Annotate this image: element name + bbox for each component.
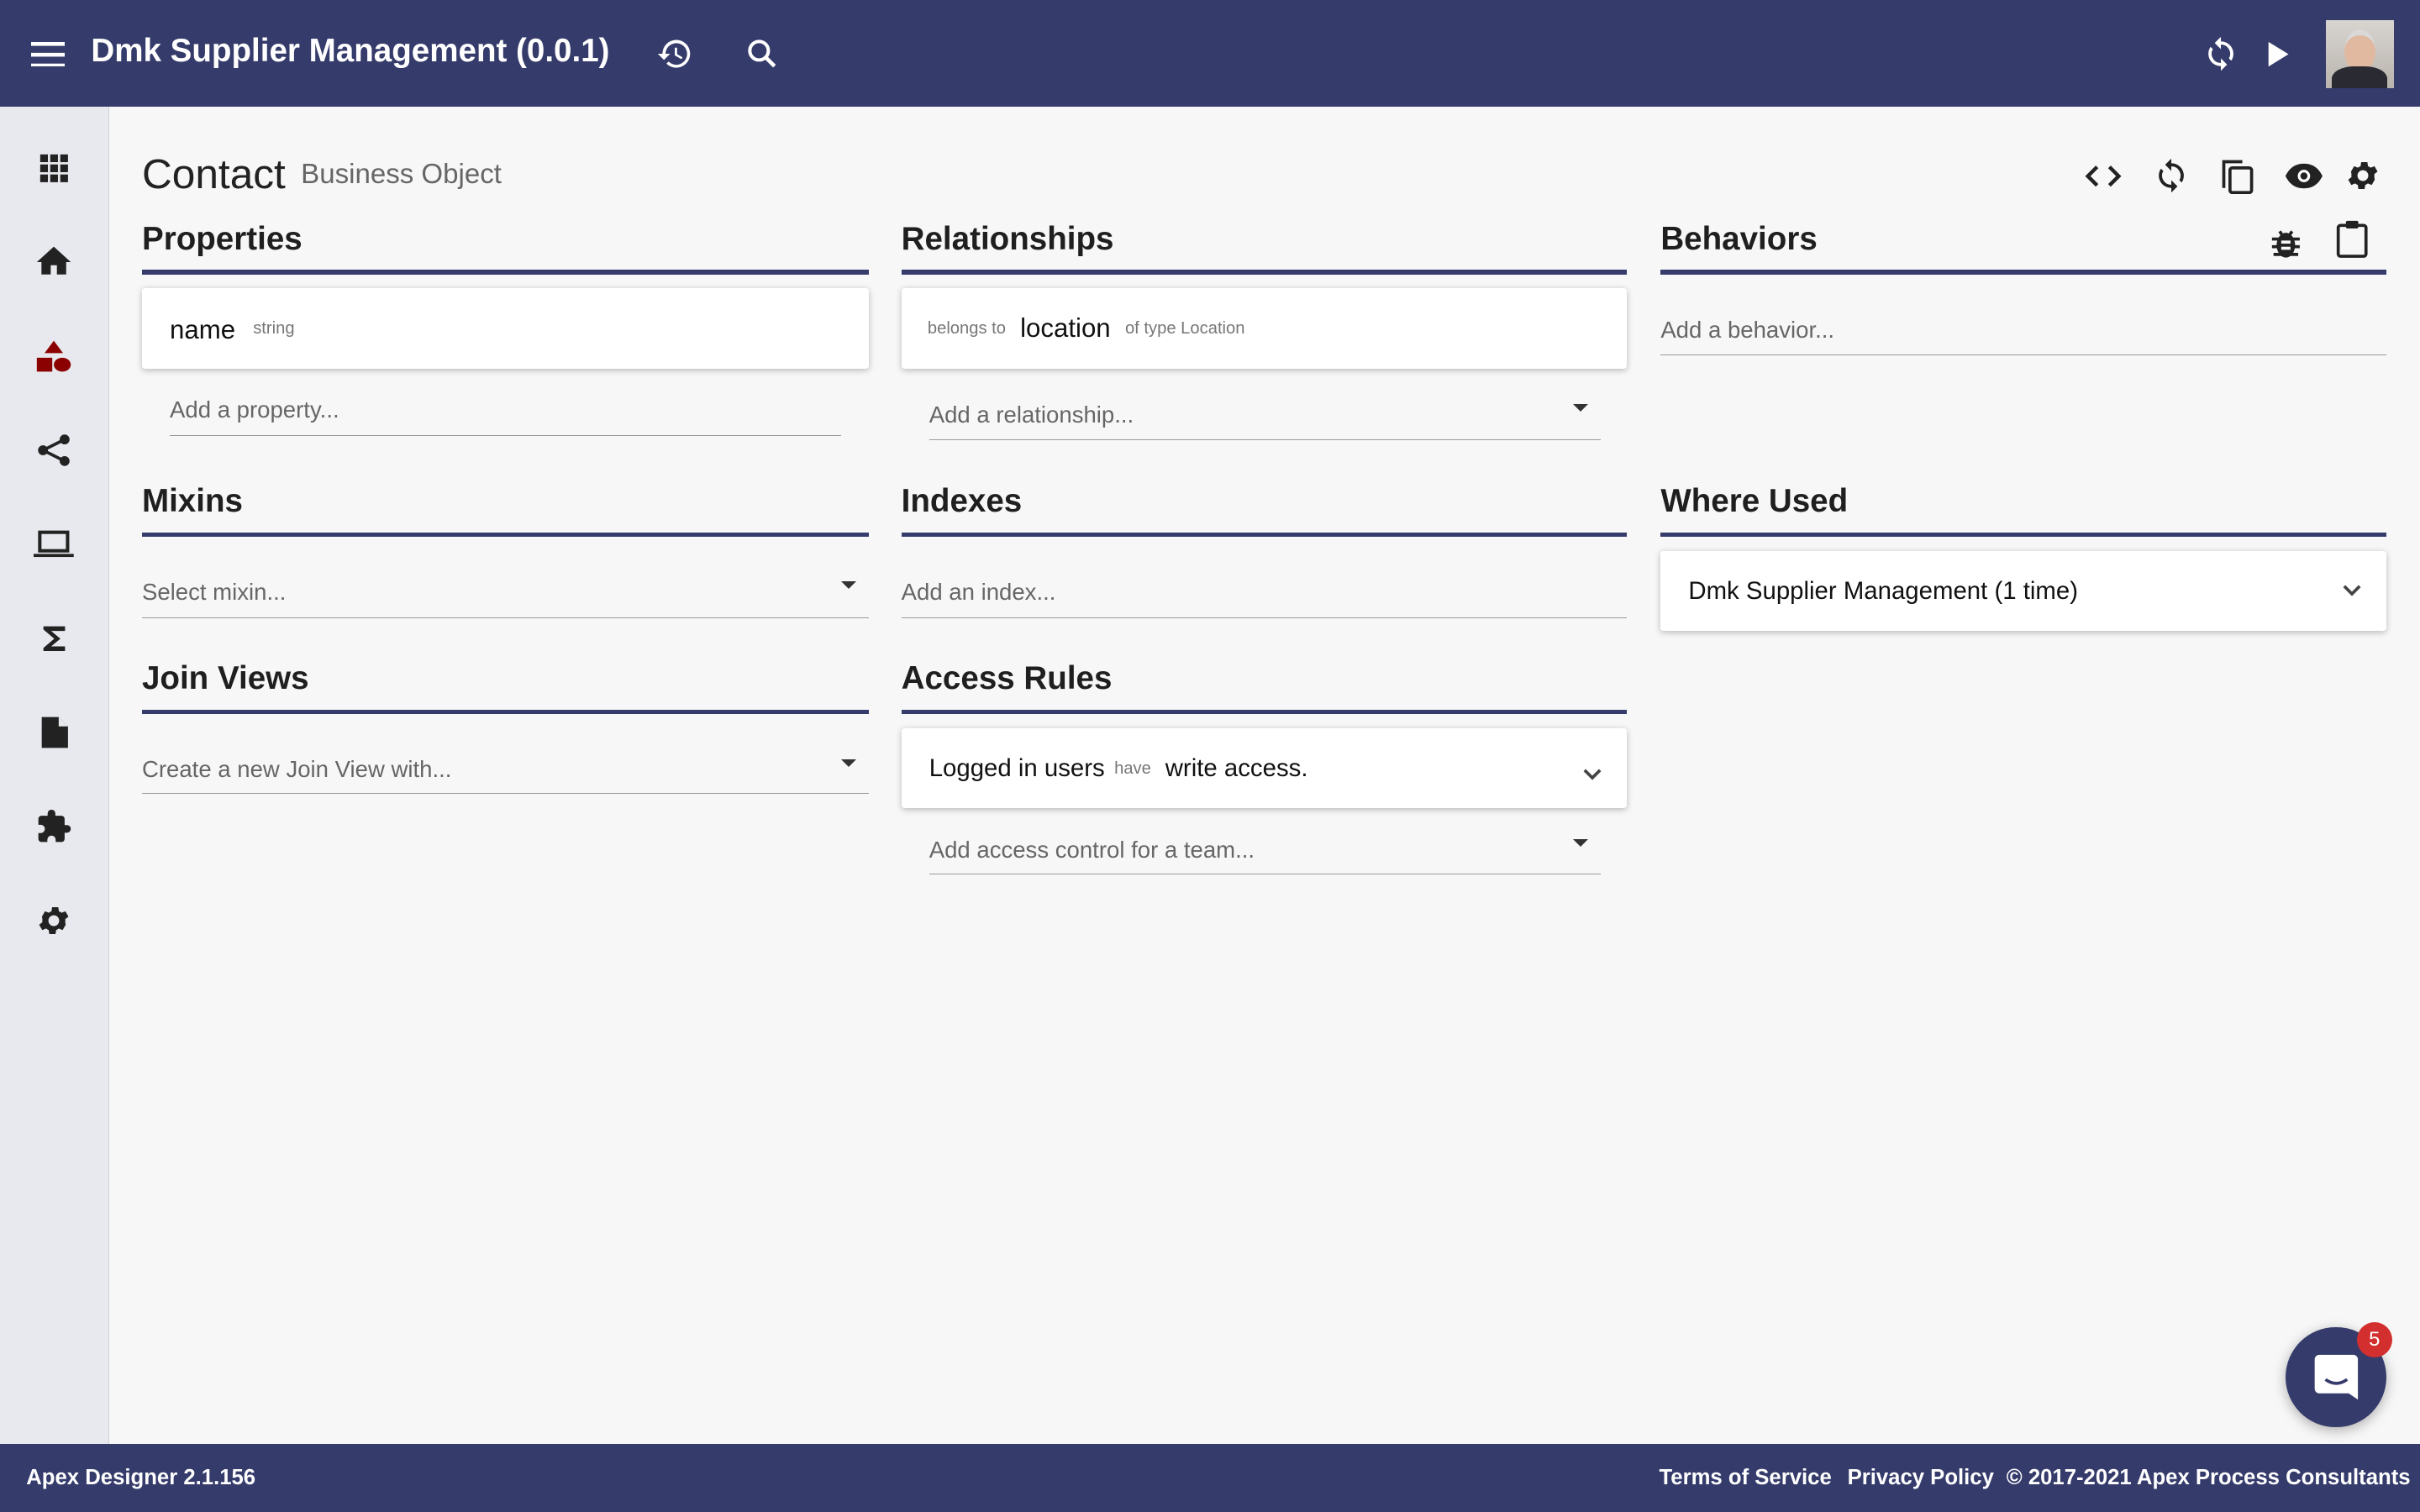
relationships-heading: Relationships <box>901 220 1114 257</box>
divider <box>141 270 870 275</box>
copy-icon[interactable] <box>2217 156 2258 197</box>
divider <box>901 709 1627 715</box>
notification-badge: 5 <box>2356 1322 2392 1358</box>
add-access-control-select[interactable]: Add access control for a team... <box>929 837 1601 874</box>
apps-icon[interactable] <box>33 146 76 189</box>
properties-heading: Properties <box>141 220 302 257</box>
access-rule-verb: have <box>1114 759 1151 778</box>
chevron-down-icon <box>2343 585 2361 596</box>
placeholder: Create a new Join View with... <box>141 755 452 782</box>
where-used-heading: Where Used <box>1660 482 1849 519</box>
divider <box>1660 270 2386 275</box>
placeholder: Select mixin... <box>141 578 287 605</box>
behaviors-heading: Behaviors <box>1660 220 1818 257</box>
divider <box>901 270 1627 275</box>
indexes-heading: Indexes <box>901 482 1023 519</box>
relationship-card[interactable]: belongs to location of type Location <box>901 288 1627 369</box>
access-rule-level: write access. <box>1165 754 1308 783</box>
placeholder: Add access control for a team... <box>929 836 1255 863</box>
dropdown-arrow-icon <box>1572 404 1588 412</box>
page-title: Contact <box>141 150 286 198</box>
search-icon[interactable] <box>742 34 782 74</box>
where-used-label: Dmk Supplier Management (1 time) <box>1688 576 2079 605</box>
dropdown-arrow-icon <box>1572 839 1588 847</box>
avatar[interactable] <box>2325 19 2394 88</box>
gear-icon[interactable] <box>2343 156 2383 197</box>
dropdown-arrow-icon <box>841 581 857 590</box>
property-name: name <box>170 314 236 344</box>
access-rule-who: Logged in users <box>929 754 1105 783</box>
property-card[interactable]: name string <box>141 288 870 369</box>
chat-icon <box>2315 1354 2359 1399</box>
divider <box>901 532 1627 538</box>
bug-icon[interactable] <box>2265 222 2306 262</box>
mixins-heading: Mixins <box>141 482 243 519</box>
sidebar <box>0 106 109 1445</box>
page-subtitle: Business Object <box>301 159 502 191</box>
placeholder: Add a relationship... <box>929 401 1134 428</box>
app-title[interactable]: Dmk Supplier Management (0.0.1) <box>91 33 609 70</box>
where-used-item[interactable]: Dmk Supplier Management (1 time) <box>1660 550 2386 632</box>
history-icon[interactable] <box>655 34 695 74</box>
add-behavior-input[interactable]: Add a behavior... <box>1660 317 2386 356</box>
extension-icon[interactable] <box>33 806 76 848</box>
join-views-heading: Join Views <box>141 660 309 697</box>
privacy-link[interactable]: Privacy Policy <box>1848 1466 1994 1490</box>
terms-link[interactable]: Terms of Service <box>1659 1466 1831 1490</box>
settings-icon[interactable] <box>33 900 76 942</box>
play-icon[interactable] <box>2258 34 2298 74</box>
business-objects-icon[interactable] <box>33 335 76 378</box>
divider <box>141 532 870 538</box>
footer: Apex Designer 2.1.156 Terms of Service P… <box>0 1444 2420 1512</box>
access-rules-heading: Access Rules <box>901 660 1113 697</box>
code-icon[interactable] <box>2084 156 2124 197</box>
sync-icon[interactable] <box>2151 156 2191 197</box>
top-bar: Dmk Supplier Management (0.0.1) <box>0 0 2420 107</box>
add-index-input[interactable]: Add an index... <box>901 579 1627 618</box>
divider <box>1660 532 2386 538</box>
sigma-icon[interactable] <box>33 617 76 660</box>
add-property-input[interactable]: Add a property... <box>170 396 841 436</box>
access-rule-card[interactable]: Logged in users have write access. <box>901 727 1627 809</box>
relationship-type: of type Location <box>1124 319 1245 339</box>
eye-icon[interactable] <box>2284 156 2324 197</box>
dropdown-arrow-icon <box>841 759 857 767</box>
add-relationship-select[interactable]: Add a relationship... <box>929 402 1601 441</box>
property-type: string <box>253 319 295 339</box>
document-icon[interactable] <box>33 711 76 754</box>
menu-icon[interactable] <box>28 34 68 74</box>
mixin-select[interactable]: Select mixin... <box>141 578 870 618</box>
join-view-select[interactable]: Create a new Join View with... <box>141 755 870 795</box>
chevron-down-icon <box>1584 769 1602 780</box>
divider <box>141 709 870 715</box>
relationship-prefix: belongs to <box>927 319 1007 339</box>
version-label: Apex Designer 2.1.156 <box>26 1465 256 1489</box>
home-icon[interactable] <box>33 239 76 282</box>
relationships-icon[interactable] <box>33 429 76 472</box>
copyright: © 2017-2021 Apex Process Consultants <box>2006 1465 2411 1489</box>
user-interfaces-icon[interactable] <box>33 523 76 566</box>
clipboard-icon[interactable] <box>2332 219 2372 260</box>
sync-icon[interactable] <box>2201 34 2241 74</box>
relationship-name: location <box>1020 312 1111 343</box>
